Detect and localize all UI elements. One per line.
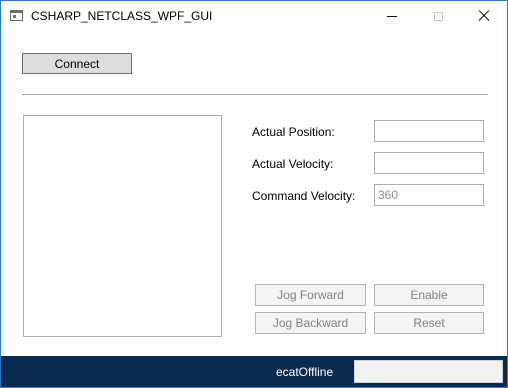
list-box[interactable] bbox=[23, 115, 222, 337]
minimize-button[interactable] bbox=[369, 1, 415, 31]
maximize-icon bbox=[433, 11, 443, 21]
close-icon bbox=[478, 10, 490, 22]
status-text: ecatOffline bbox=[276, 365, 334, 379]
connect-button[interactable]: Connect bbox=[22, 53, 132, 74]
actual-velocity-label: Actual Velocity: bbox=[252, 157, 334, 171]
main-window: CSHARP_NETCLASS_WPF_GUI Connect Actual P… bbox=[0, 0, 508, 388]
window-title: CSHARP_NETCLASS_WPF_GUI bbox=[31, 9, 213, 23]
maximize-button[interactable] bbox=[415, 1, 461, 31]
status-box bbox=[354, 360, 503, 383]
jog-forward-button[interactable]: Jog Forward bbox=[255, 284, 366, 306]
separator-line bbox=[22, 94, 488, 95]
enable-button[interactable]: Enable bbox=[374, 284, 484, 306]
close-button[interactable] bbox=[461, 1, 507, 31]
command-velocity-label: Command Velocity: bbox=[252, 189, 356, 203]
status-bar: ecatOffline bbox=[1, 356, 507, 387]
command-velocity-field[interactable]: 360 bbox=[374, 184, 484, 206]
title-bar[interactable]: CSHARP_NETCLASS_WPF_GUI bbox=[1, 1, 507, 31]
actual-position-label: Actual Position: bbox=[252, 125, 335, 139]
app-window-icon bbox=[10, 10, 23, 21]
actual-position-field[interactable] bbox=[374, 120, 484, 142]
jog-backward-button[interactable]: Jog Backward bbox=[255, 312, 366, 334]
minimize-icon bbox=[387, 15, 397, 17]
reset-button[interactable]: Reset bbox=[374, 312, 484, 334]
actual-velocity-field[interactable] bbox=[374, 152, 484, 174]
